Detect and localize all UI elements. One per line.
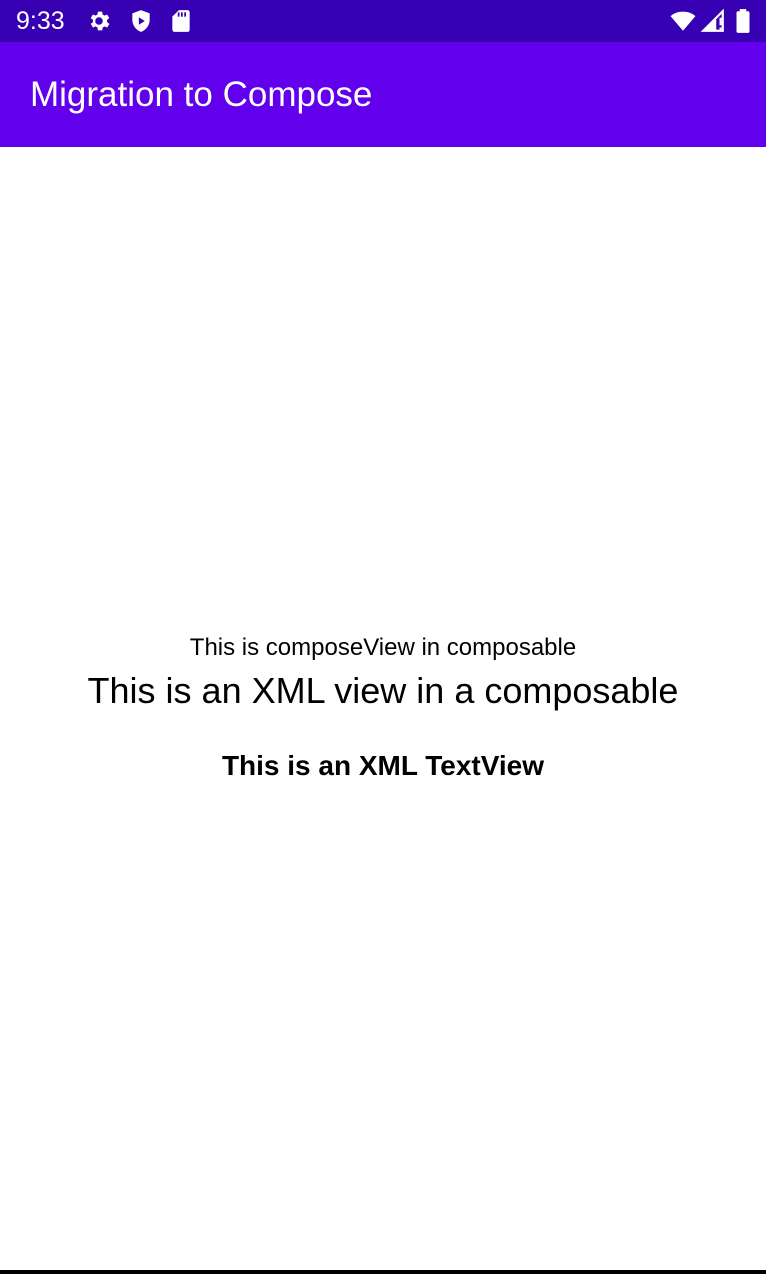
status-time: 9:33 bbox=[16, 7, 65, 35]
content-area: This is composeView in composable This i… bbox=[0, 147, 766, 1270]
compose-view-text: This is composeView in composable bbox=[189, 634, 577, 661]
gear-icon bbox=[86, 8, 112, 34]
sd-card-icon bbox=[168, 8, 194, 34]
xml-view-text: This is an XML view in a composable bbox=[87, 670, 679, 711]
wifi-icon bbox=[668, 8, 698, 34]
xml-textview-text: This is an XML TextView bbox=[221, 750, 545, 781]
app-bar: Migration to Compose bbox=[0, 42, 766, 147]
signal-icon bbox=[700, 8, 726, 34]
app-title: Migration to Compose bbox=[30, 75, 373, 114]
navigation-bar-line bbox=[0, 1270, 766, 1274]
shield-play-icon bbox=[128, 8, 154, 34]
battery-icon bbox=[734, 8, 752, 34]
status-bar: 9:33 bbox=[0, 0, 766, 42]
